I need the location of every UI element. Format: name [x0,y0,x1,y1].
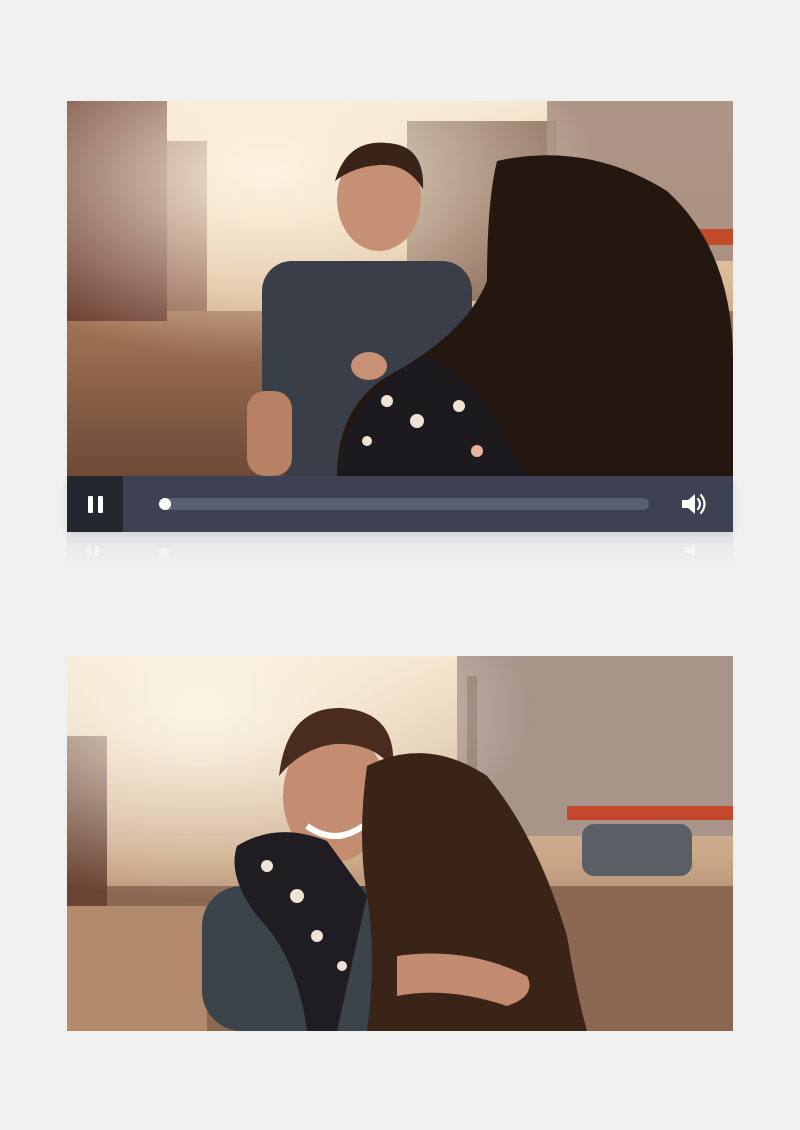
volume-icon-reflection [684,542,695,558]
progress-knob[interactable] [159,498,171,510]
video-frame-2[interactable] [67,656,733,1031]
video-still-2 [67,656,733,1031]
video-still-1 [67,101,733,476]
pause-icon-reflection [87,546,99,556]
video-frame-1[interactable] [67,101,733,476]
control-bar-reflection [67,532,733,572]
volume-icon[interactable] [679,490,709,518]
pause-icon [87,495,103,513]
pause-button[interactable] [67,476,123,532]
progress-bar[interactable] [159,498,649,510]
video-control-bar [67,476,733,532]
progress-knob-reflection [159,548,169,558]
